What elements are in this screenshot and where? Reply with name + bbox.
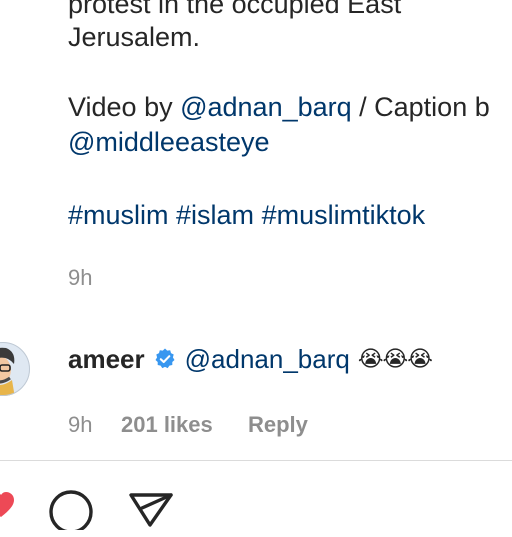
credit-middle: / Caption b [351, 92, 490, 122]
credit-prefix: Video by [68, 92, 181, 122]
comment-icon[interactable] [48, 490, 94, 534]
heart-icon[interactable] [0, 490, 16, 520]
caption-credit-line: Video by @adnan_barq / Caption b [68, 94, 490, 121]
caption-line-1: protest in the occupied East [68, 0, 402, 19]
avatar-image [0, 342, 30, 396]
comment-username[interactable]: ameer [68, 344, 145, 375]
hashtag-link[interactable]: #muslim [68, 200, 169, 230]
caption-line-2: Jerusalem. [68, 22, 201, 52]
avatar[interactable] [0, 334, 30, 404]
mention-link-middleeasteye[interactable]: @middleeasteye [68, 129, 270, 156]
hashtag-link[interactable]: #muslimtiktok [262, 200, 426, 230]
hashtag-row: #muslim #islam #muslimtiktok [68, 202, 425, 229]
comment-reply-button[interactable]: Reply [248, 412, 308, 438]
hashtag-link[interactable]: #islam [176, 200, 254, 230]
mention-link-adnan[interactable]: @adnan_barq [180, 92, 352, 122]
section-divider [0, 460, 512, 461]
comment-mention-link[interactable]: @adnan_barq [185, 344, 350, 375]
caption-timestamp: 9h [68, 265, 93, 290]
comment-emojis: 😭😭😭 [357, 346, 433, 371]
comment-timestamp: 9h [68, 412, 93, 437]
verified-badge-icon [153, 347, 177, 371]
comment-row: ameer @adnan_barq 😭😭😭 [68, 343, 433, 375]
share-icon[interactable] [128, 492, 174, 532]
comment-likes-count[interactable]: 201 likes [121, 412, 213, 438]
